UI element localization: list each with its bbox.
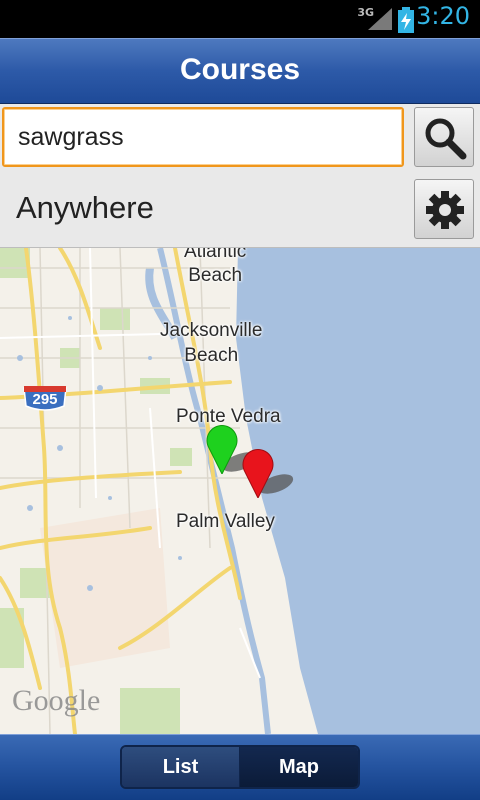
settings-button[interactable]: [414, 179, 474, 239]
map-tab-button[interactable]: Map: [240, 747, 358, 787]
page-title: Courses: [179, 53, 301, 86]
map-label-jacksonville-beach: Jacksonville Beach: [160, 320, 263, 366]
gear-icon: [426, 191, 464, 229]
list-tab-button[interactable]: List: [122, 747, 240, 787]
search-input[interactable]: [2, 107, 404, 167]
google-logo: Google: [12, 684, 101, 717]
view-toggle: List Map: [120, 745, 360, 789]
status-bar: 3G 3:20: [0, 0, 480, 38]
location-row[interactable]: Anywhere: [0, 174, 480, 248]
battery-charging-icon: [398, 7, 414, 33]
title-bar: Courses: [0, 38, 480, 104]
map-marker-red[interactable]: [241, 446, 275, 498]
signal-icon: [368, 8, 392, 30]
location-filter-label: Anywhere: [16, 190, 154, 225]
search-icon: [425, 118, 467, 160]
highway-number-label: 295: [32, 391, 58, 408]
map-label-atlantic-beach: Atlantic Beach: [184, 248, 247, 286]
map-view[interactable]: Atlantic Beach Jacksonville Beach Ponte …: [0, 248, 480, 734]
map-label-palm-valley: Palm Valley: [176, 511, 275, 532]
search-row: [0, 104, 480, 174]
clock: 3:20: [416, 2, 470, 30]
bottom-bar: List Map: [0, 734, 480, 800]
search-button[interactable]: [414, 107, 474, 167]
map-marker-green[interactable]: [205, 422, 239, 474]
